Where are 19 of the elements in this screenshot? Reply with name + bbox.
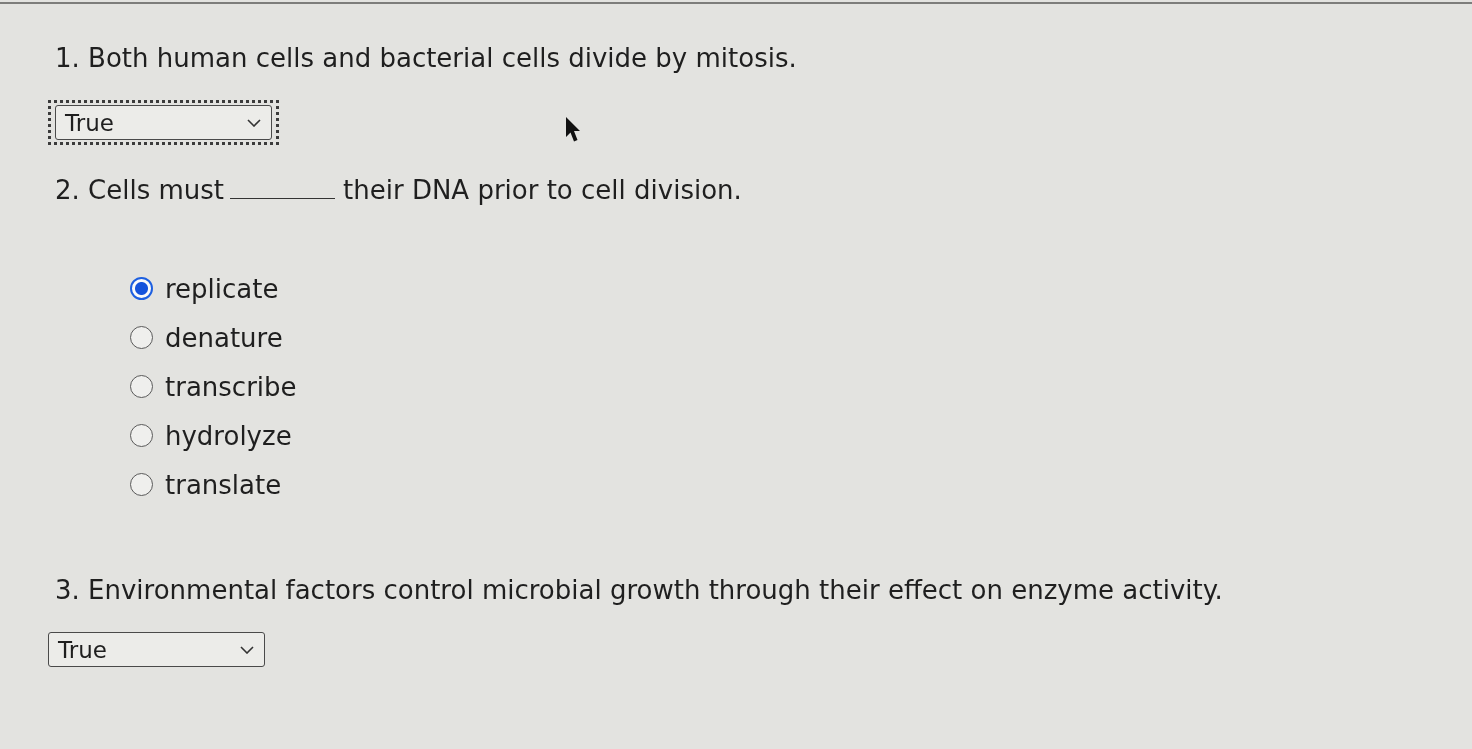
radio-button[interactable] <box>130 326 153 349</box>
radio-button[interactable] <box>130 473 153 496</box>
option-label[interactable]: transcribe <box>165 371 297 402</box>
dropdown[interactable]: True <box>48 100 279 145</box>
chevron-down-icon <box>240 645 254 654</box>
option-label[interactable]: hydrolyze <box>165 420 292 451</box>
dropdown[interactable]: True <box>48 632 265 667</box>
radio-button[interactable] <box>130 277 153 300</box>
chevron-down-icon <box>247 118 261 127</box>
option-label[interactable]: translate <box>165 469 282 500</box>
option-label[interactable]: denature <box>165 322 283 353</box>
option-label[interactable]: replicate <box>165 273 279 304</box>
radio-button[interactable] <box>130 375 153 398</box>
question-text: their DNA prior to cell division. <box>343 175 742 205</box>
question-text: 3. Environmental factors control microbial growth through their effect on enzyme activity. <box>55 575 1223 605</box>
radio-button[interactable] <box>130 424 153 447</box>
cursor-icon <box>565 116 581 143</box>
question-text: 2. Cells must <box>55 175 225 205</box>
question-text: 1. Both human cells and bacterial cells divide by mitosis. <box>55 43 797 73</box>
